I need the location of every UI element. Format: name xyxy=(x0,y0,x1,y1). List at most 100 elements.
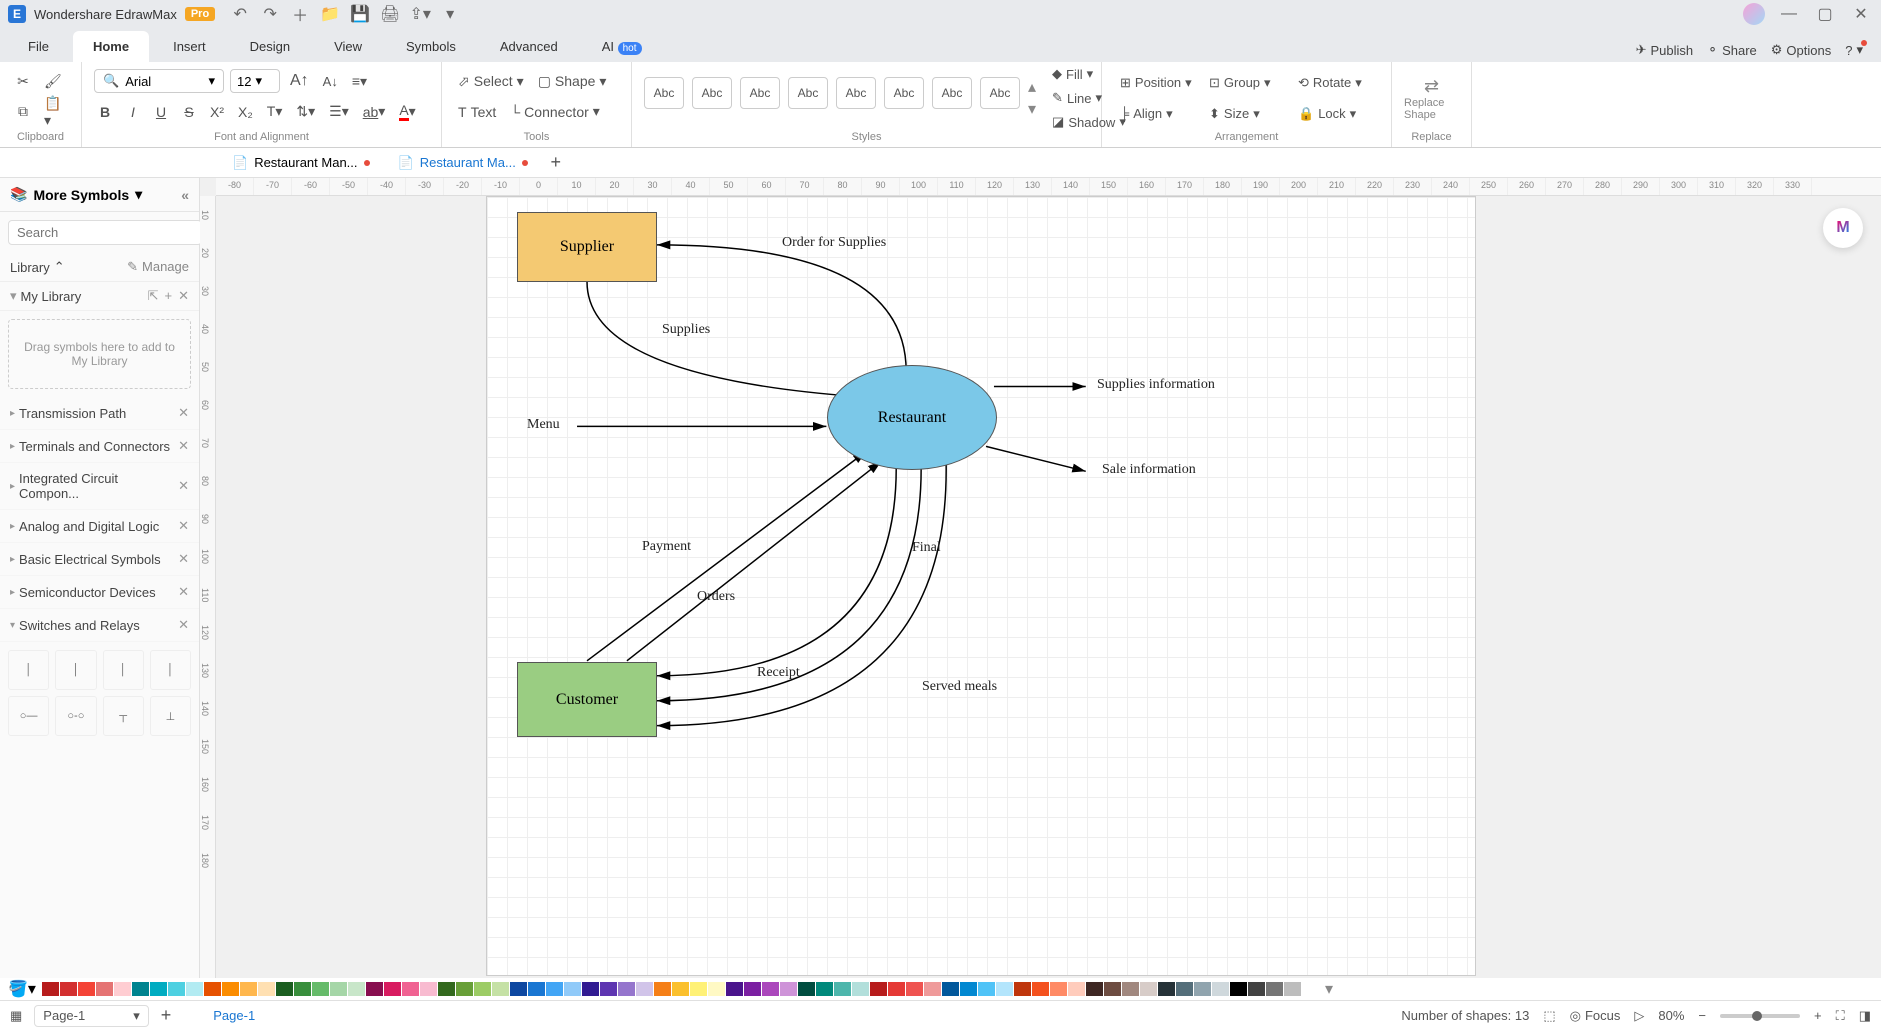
color-swatch[interactable] xyxy=(492,982,509,996)
style-down-icon[interactable]: ▾ xyxy=(1028,99,1036,119)
zoom-slider[interactable] xyxy=(1720,1014,1800,1018)
list-icon[interactable]: ☰▾ xyxy=(325,99,353,125)
color-swatch[interactable] xyxy=(114,982,131,996)
canvas[interactable]: Supplier Customer Restaurant Menu Order … xyxy=(216,196,1881,978)
close-lib-icon[interactable]: ✕ xyxy=(178,584,189,600)
position-button[interactable]: ⊞Position▾ xyxy=(1114,68,1201,97)
subscript-icon[interactable]: X₂ xyxy=(234,99,257,125)
open-icon[interactable]: 📁 xyxy=(321,5,339,23)
align-text-icon[interactable]: ≡▾ xyxy=(348,68,371,94)
bucket-icon[interactable]: 🪣▾ xyxy=(8,979,36,999)
color-swatch[interactable] xyxy=(1086,982,1103,996)
style-up-icon[interactable]: ▴ xyxy=(1028,77,1036,97)
new-icon[interactable]: ＋ xyxy=(291,5,309,23)
color-swatch[interactable] xyxy=(78,982,95,996)
symbol-item[interactable]: ┬ xyxy=(103,696,144,736)
symbol-item[interactable]: │ xyxy=(103,650,144,690)
color-swatch[interactable] xyxy=(402,982,419,996)
grow-font-icon[interactable]: A↑ xyxy=(286,68,313,94)
bold-icon[interactable]: B xyxy=(94,99,116,125)
align-button[interactable]: ╞Align▾ xyxy=(1114,99,1201,128)
color-swatch[interactable] xyxy=(816,982,833,996)
color-swatch[interactable] xyxy=(996,982,1013,996)
ai-assistant-button[interactable]: M xyxy=(1823,208,1863,248)
label-final[interactable]: Final xyxy=(912,540,941,556)
tab-advanced[interactable]: Advanced xyxy=(480,31,578,62)
symbol-item[interactable]: │ xyxy=(8,650,49,690)
color-swatch[interactable] xyxy=(636,982,653,996)
more-colors-icon[interactable]: ▾ xyxy=(1325,979,1333,999)
color-swatch[interactable] xyxy=(1068,982,1085,996)
shrink-font-icon[interactable]: A↓ xyxy=(319,68,342,94)
case-icon[interactable]: T▾ xyxy=(263,99,287,125)
zoom-out-button[interactable]: − xyxy=(1698,1008,1706,1023)
color-swatch[interactable] xyxy=(366,982,383,996)
manage-link[interactable]: Manage xyxy=(142,259,189,275)
color-swatch[interactable] xyxy=(1212,982,1229,996)
symbol-item[interactable]: │ xyxy=(55,650,96,690)
color-swatch[interactable] xyxy=(762,982,779,996)
color-swatch[interactable] xyxy=(186,982,203,996)
collapse-sidebar-icon[interactable]: « xyxy=(181,187,189,203)
symbol-item[interactable]: ○— xyxy=(8,696,49,736)
doc-tab-1[interactable]: 📄Restaurant Man... xyxy=(220,150,382,176)
color-swatch[interactable] xyxy=(960,982,977,996)
color-swatch[interactable] xyxy=(240,982,257,996)
tab-design[interactable]: Design xyxy=(230,31,310,62)
color-swatch[interactable] xyxy=(1032,982,1049,996)
replace-shape-button[interactable]: ⇄ Replace Shape xyxy=(1404,68,1459,128)
color-swatch[interactable] xyxy=(780,982,797,996)
select-tool[interactable]: ⬀Select▾ xyxy=(454,68,528,94)
color-swatch[interactable] xyxy=(942,982,959,996)
export-icon[interactable]: ⇪▾ xyxy=(411,5,429,23)
close-lib-icon[interactable]: ✕ xyxy=(178,617,189,633)
italic-icon[interactable]: I xyxy=(122,99,144,125)
color-swatch[interactable] xyxy=(924,982,941,996)
label-payment[interactable]: Payment xyxy=(642,539,691,555)
style-preset[interactable]: Abc xyxy=(980,77,1020,109)
color-swatch[interactable] xyxy=(1266,982,1283,996)
text-tool[interactable]: TText xyxy=(454,99,500,125)
style-preset[interactable]: Abc xyxy=(644,77,684,109)
color-swatch[interactable] xyxy=(1104,982,1121,996)
font-select[interactable]: 🔍Arial▾ xyxy=(94,69,224,93)
close-lib-icon[interactable]: ✕ xyxy=(178,438,189,454)
lib-item[interactable]: ▸Basic Electrical Symbols✕ xyxy=(0,543,199,576)
color-swatch[interactable] xyxy=(1302,982,1319,996)
color-swatch[interactable] xyxy=(276,982,293,996)
color-swatch[interactable] xyxy=(1230,982,1247,996)
edit-icon[interactable]: ✎ xyxy=(127,259,138,275)
label-supplies[interactable]: Supplies xyxy=(662,322,710,338)
color-swatch[interactable] xyxy=(1248,982,1265,996)
color-swatch[interactable] xyxy=(348,982,365,996)
options-button[interactable]: ⚙Options xyxy=(1771,42,1831,58)
close-lib-icon[interactable]: ✕ xyxy=(178,518,189,534)
doc-tab-2[interactable]: 📄Restaurant Ma... xyxy=(386,150,540,176)
shape-restaurant[interactable]: Restaurant xyxy=(827,365,997,470)
lib-item[interactable]: ▸Analog and Digital Logic✕ xyxy=(0,510,199,543)
help-button[interactable]: ?▾ xyxy=(1845,42,1863,58)
lib-item[interactable]: ▾Switches and Relays✕ xyxy=(0,609,199,642)
style-preset[interactable]: Abc xyxy=(932,77,972,109)
panel-toggle-icon[interactable]: ◨ xyxy=(1859,1008,1871,1024)
color-swatch[interactable] xyxy=(618,982,635,996)
lib-item[interactable]: ▸Integrated Circuit Compon...✕ xyxy=(0,463,199,510)
color-swatch[interactable] xyxy=(96,982,113,996)
paste-icon[interactable]: 📋▾ xyxy=(40,99,69,125)
color-swatch[interactable] xyxy=(654,982,671,996)
style-preset[interactable]: Abc xyxy=(836,77,876,109)
format-painter-icon[interactable]: 🖌 xyxy=(40,68,66,94)
my-library-label[interactable]: My Library xyxy=(21,289,82,304)
color-swatch[interactable] xyxy=(1284,982,1301,996)
color-swatch[interactable] xyxy=(1122,982,1139,996)
color-swatch[interactable] xyxy=(258,982,275,996)
tab-home[interactable]: Home xyxy=(73,31,149,62)
color-swatch[interactable] xyxy=(834,982,851,996)
size-button[interactable]: ⬍Size▾ xyxy=(1203,99,1290,128)
undo-icon[interactable]: ↶ xyxy=(231,5,249,23)
close-mylib-icon[interactable]: ✕ xyxy=(178,288,189,304)
cut-icon[interactable]: ✂ xyxy=(12,68,34,94)
color-swatch[interactable] xyxy=(528,982,545,996)
play-icon[interactable]: ▷ xyxy=(1634,1008,1644,1024)
color-swatch[interactable] xyxy=(42,982,59,996)
